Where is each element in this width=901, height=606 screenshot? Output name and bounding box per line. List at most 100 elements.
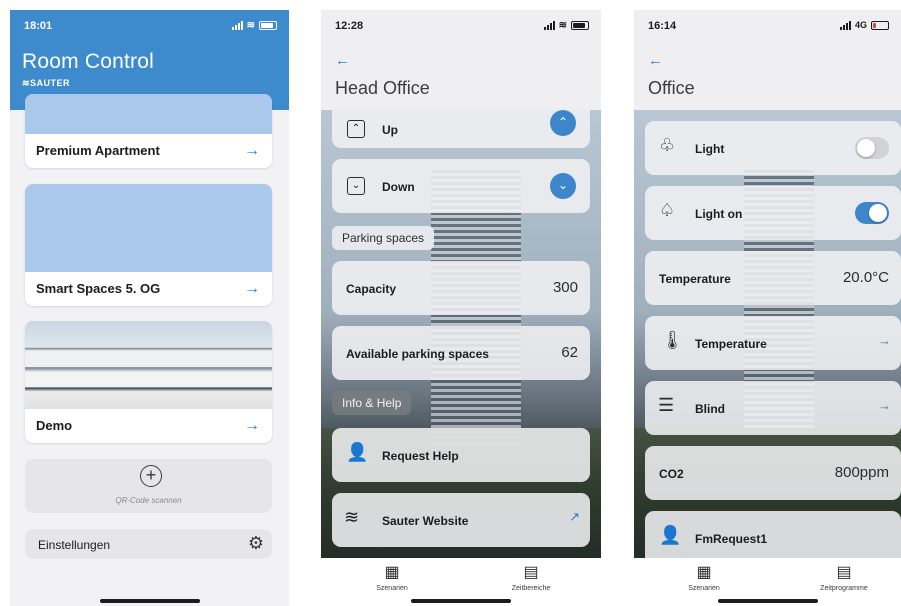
qr-scan-label: QR-Code scannen — [115, 496, 182, 505]
back-arrow-icon[interactable]: ← — [648, 52, 663, 69]
space-label: Smart Spaces 5. OG — [36, 281, 161, 296]
status-icons: ≋ — [231, 20, 277, 31]
tab-label: Zeitbereiche — [511, 585, 551, 592]
nav-header: 12:28 ≋ ← Head Office — [321, 10, 601, 110]
tab-label: Zeitprogramme — [820, 585, 868, 592]
wifi-icon: ≋ — [246, 20, 255, 31]
sauter-website-label: Sauter Website — [382, 514, 469, 528]
capacity-label: Capacity — [346, 282, 397, 296]
home-indicator — [411, 599, 511, 603]
tab-zeitbereiche[interactable]: ▤ Zeitbereiche — [491, 564, 571, 592]
settings-button[interactable]: Einstellungen ⚙ — [25, 529, 272, 559]
external-link-icon: ↗ — [569, 509, 580, 524]
page-title: Office — [648, 78, 695, 98]
light-row: ♧ Light — [645, 121, 901, 175]
brand-name: SAUTER — [30, 78, 71, 88]
up-control[interactable]: ⌃ Up ⌃ — [332, 110, 590, 148]
arrow-right-icon[interactable]: → — [244, 417, 260, 435]
section-info-help: Info & Help — [332, 391, 412, 415]
light-label: Light — [695, 142, 725, 156]
desk-lamp-icon: ♤ — [659, 200, 676, 220]
person-chat-icon: 👤 — [659, 525, 682, 545]
space-card-smart-spaces[interactable]: Smart Spaces 5. OG → — [25, 184, 272, 306]
tab-szenarien[interactable]: ▦ Szenarien — [664, 564, 744, 592]
tab-zeitprogramme[interactable]: ▤ Zeitprogramme — [804, 564, 884, 592]
screen-office: 16:14 4G ← Office ♧ Light ♤ Light on Tem… — [634, 10, 901, 606]
co2-row: CO2 800ppm — [645, 446, 901, 500]
blind-icon: ☰ — [658, 395, 675, 415]
tab-szenarien[interactable]: ▦ Szenarien — [352, 564, 432, 592]
status-bar: 12:28 ≋ — [321, 10, 601, 44]
space-card-premium-apartment[interactable]: Premium Apartment → — [25, 94, 272, 168]
battery-icon — [571, 21, 589, 30]
film-icon: ▦ — [384, 564, 400, 581]
arrow-right-icon[interactable]: → — [244, 280, 260, 298]
status-icons: 4G — [839, 20, 889, 30]
sauter-logo-icon: ≋ — [344, 507, 360, 527]
space-image — [25, 321, 272, 409]
space-image — [25, 184, 272, 272]
page-title: Head Office — [335, 78, 430, 98]
request-help-button[interactable]: 👤 Request Help — [332, 428, 590, 482]
arrow-right-icon: → — [878, 333, 891, 348]
film-icon: ▦ — [696, 564, 712, 581]
battery-icon — [259, 21, 277, 30]
app-title: Room Control — [22, 50, 154, 73]
available-parking-value: 62 — [561, 344, 578, 361]
temperature-value-row: Temperature 20.0°C — [645, 251, 901, 305]
space-image — [25, 94, 272, 134]
available-parking-label: Available parking spaces — [346, 347, 489, 361]
temperature-link-label: Temperature — [695, 337, 767, 351]
status-time: 18:01 — [24, 20, 53, 32]
co2-value: 800ppm — [834, 464, 889, 481]
back-arrow-icon[interactable]: ← — [335, 52, 350, 69]
down-label: Down — [382, 180, 415, 194]
sauter-website-link[interactable]: ≋ Sauter Website ↗ — [332, 493, 590, 547]
space-label: Premium Apartment — [36, 143, 160, 158]
home-indicator — [100, 599, 200, 603]
capacity-row: Capacity 300 — [332, 261, 590, 315]
space-label: Demo — [36, 418, 73, 433]
arrow-right-icon[interactable]: → — [244, 142, 260, 160]
up-label: Up — [382, 123, 398, 137]
fm-request-label: FmRequest1 — [695, 532, 768, 546]
capacity-value: 300 — [552, 279, 578, 296]
co2-label: CO2 — [659, 467, 684, 481]
qr-scan-button[interactable]: + QR-Code scannen — [25, 459, 272, 513]
nav-header: 16:14 4G ← Office — [634, 10, 901, 110]
temperature-label: Temperature — [659, 272, 731, 286]
network-type: 4G — [854, 20, 867, 30]
tab-label: Szenarien — [376, 585, 408, 592]
available-parking-row: Available parking spaces 62 — [332, 326, 590, 380]
gear-icon: ⚙ — [247, 533, 264, 553]
signal-icon — [231, 21, 243, 30]
arrow-right-icon: → — [878, 398, 891, 413]
tab-label: Szenarien — [688, 585, 720, 592]
status-icons: ≋ — [543, 20, 589, 31]
chevron-up-button[interactable]: ⌃ — [550, 110, 576, 136]
light-toggle[interactable] — [855, 137, 889, 159]
brand-logo: ≋SAUTER — [22, 78, 71, 88]
light-on-label: Light on — [695, 207, 743, 221]
thermometer-icon: 🌡 — [661, 330, 684, 350]
wifi-icon: ≋ — [558, 20, 567, 31]
blind-link[interactable]: ☰ Blind → — [645, 381, 901, 435]
ceiling-light-icon: ♧ — [659, 135, 676, 155]
light-on-row: ♤ Light on — [645, 186, 901, 240]
status-time: 12:28 — [335, 20, 364, 32]
chevron-up-icon: ⌃ — [347, 120, 365, 138]
battery-icon — [871, 20, 889, 30]
temperature-link[interactable]: 🌡 Temperature → — [645, 316, 901, 370]
blind-label: Blind — [695, 402, 725, 416]
light-on-toggle[interactable] — [855, 202, 889, 224]
screen-head-office: 12:28 ≋ ← Head Office ⌃ Up ⌃ ⌄ Down ⌄ Pa… — [321, 10, 601, 606]
chevron-down-icon: ⌄ — [347, 177, 365, 195]
down-control[interactable]: ⌄ Down ⌄ — [332, 159, 590, 213]
fm-request-button[interactable]: 👤 FmRequest1 — [645, 511, 901, 558]
calendar-icon: ▤ — [836, 564, 852, 581]
section-parking-spaces: Parking spaces — [332, 226, 435, 250]
plus-circle-icon: + — [140, 465, 162, 487]
space-card-demo[interactable]: Demo → — [25, 321, 272, 443]
chevron-down-button[interactable]: ⌄ — [550, 173, 576, 199]
status-bar: 18:01 ≋ — [10, 10, 289, 44]
